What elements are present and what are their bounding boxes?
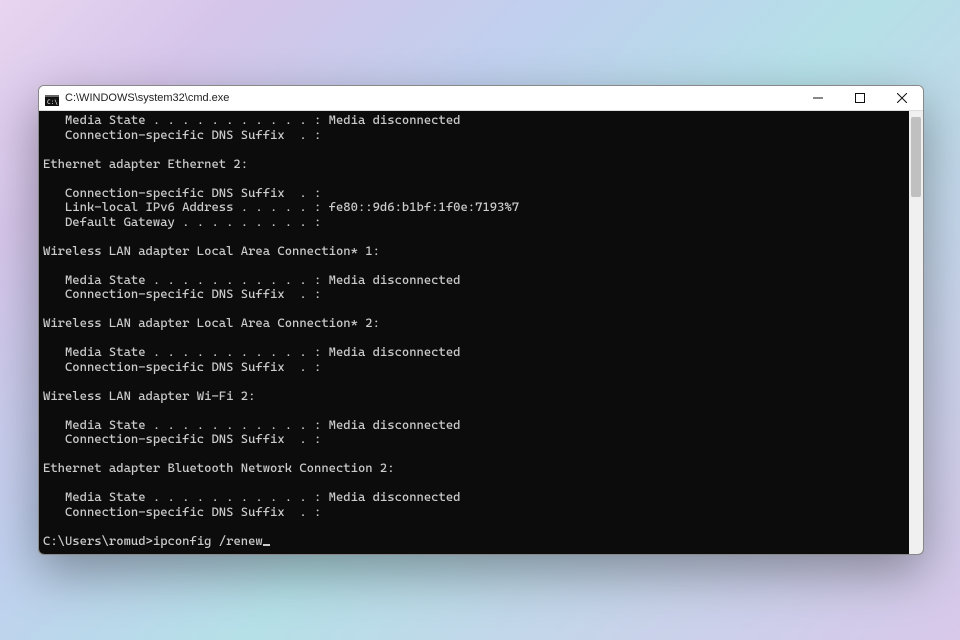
svg-text:C:\: C:\ (47, 99, 58, 106)
cmd-window: C:\ C:\WINDOWS\system32\cmd.exe Media St… (38, 85, 924, 555)
desktop-background: C:\ C:\WINDOWS\system32\cmd.exe Media St… (0, 0, 960, 640)
window-controls (797, 86, 923, 110)
maximize-button[interactable] (839, 86, 881, 110)
scrollbar-thumb[interactable] (911, 117, 921, 197)
window-title: C:\WINDOWS\system32\cmd.exe (65, 92, 797, 104)
console-area[interactable]: Media State . . . . . . . . . . . : Medi… (39, 111, 923, 554)
prompt-path: C:\Users\romud> (43, 533, 153, 548)
console-output: Media State . . . . . . . . . . . : Medi… (43, 112, 519, 519)
close-button[interactable] (881, 86, 923, 110)
titlebar[interactable]: C:\ C:\WINDOWS\system32\cmd.exe (39, 86, 923, 111)
command-input[interactable]: ipconfig /renew (153, 533, 263, 548)
minimize-button[interactable] (797, 86, 839, 110)
text-cursor (263, 544, 270, 546)
cmd-icon: C:\ (45, 93, 59, 104)
vertical-scrollbar[interactable] (909, 111, 923, 554)
